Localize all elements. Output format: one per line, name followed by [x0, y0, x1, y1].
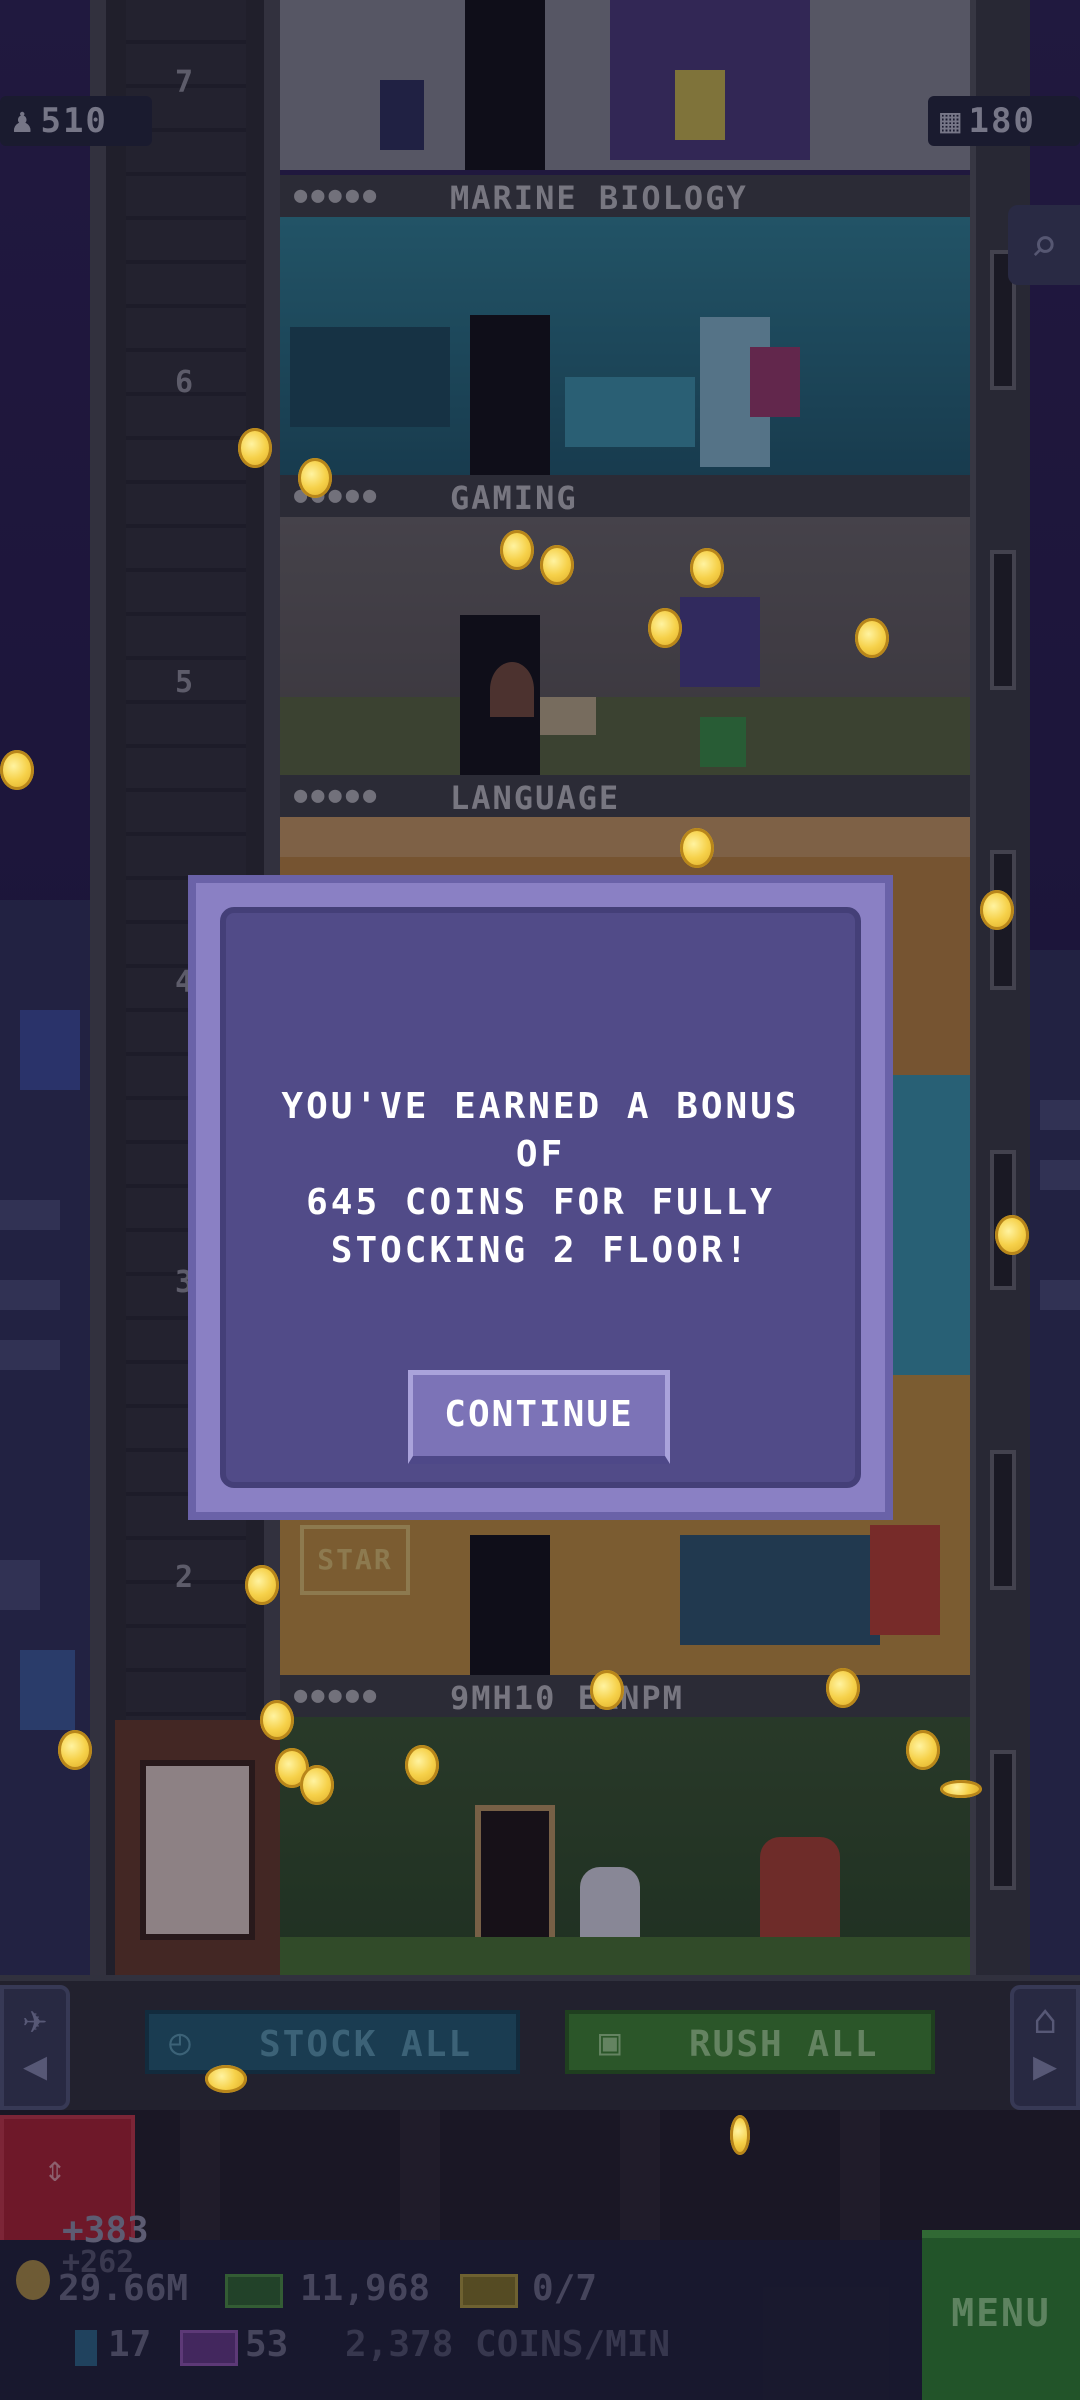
- bonus-message-line-3: STOCKING 2 FLOOR!: [330, 1230, 751, 1271]
- bonus-message-line-2: 645 COINS FOR FULLY: [306, 1182, 775, 1223]
- bonus-message-line-1: YOU'VE EARNED A BONUS OF: [281, 1086, 800, 1175]
- continue-button[interactable]: CONTINUE: [408, 1370, 670, 1464]
